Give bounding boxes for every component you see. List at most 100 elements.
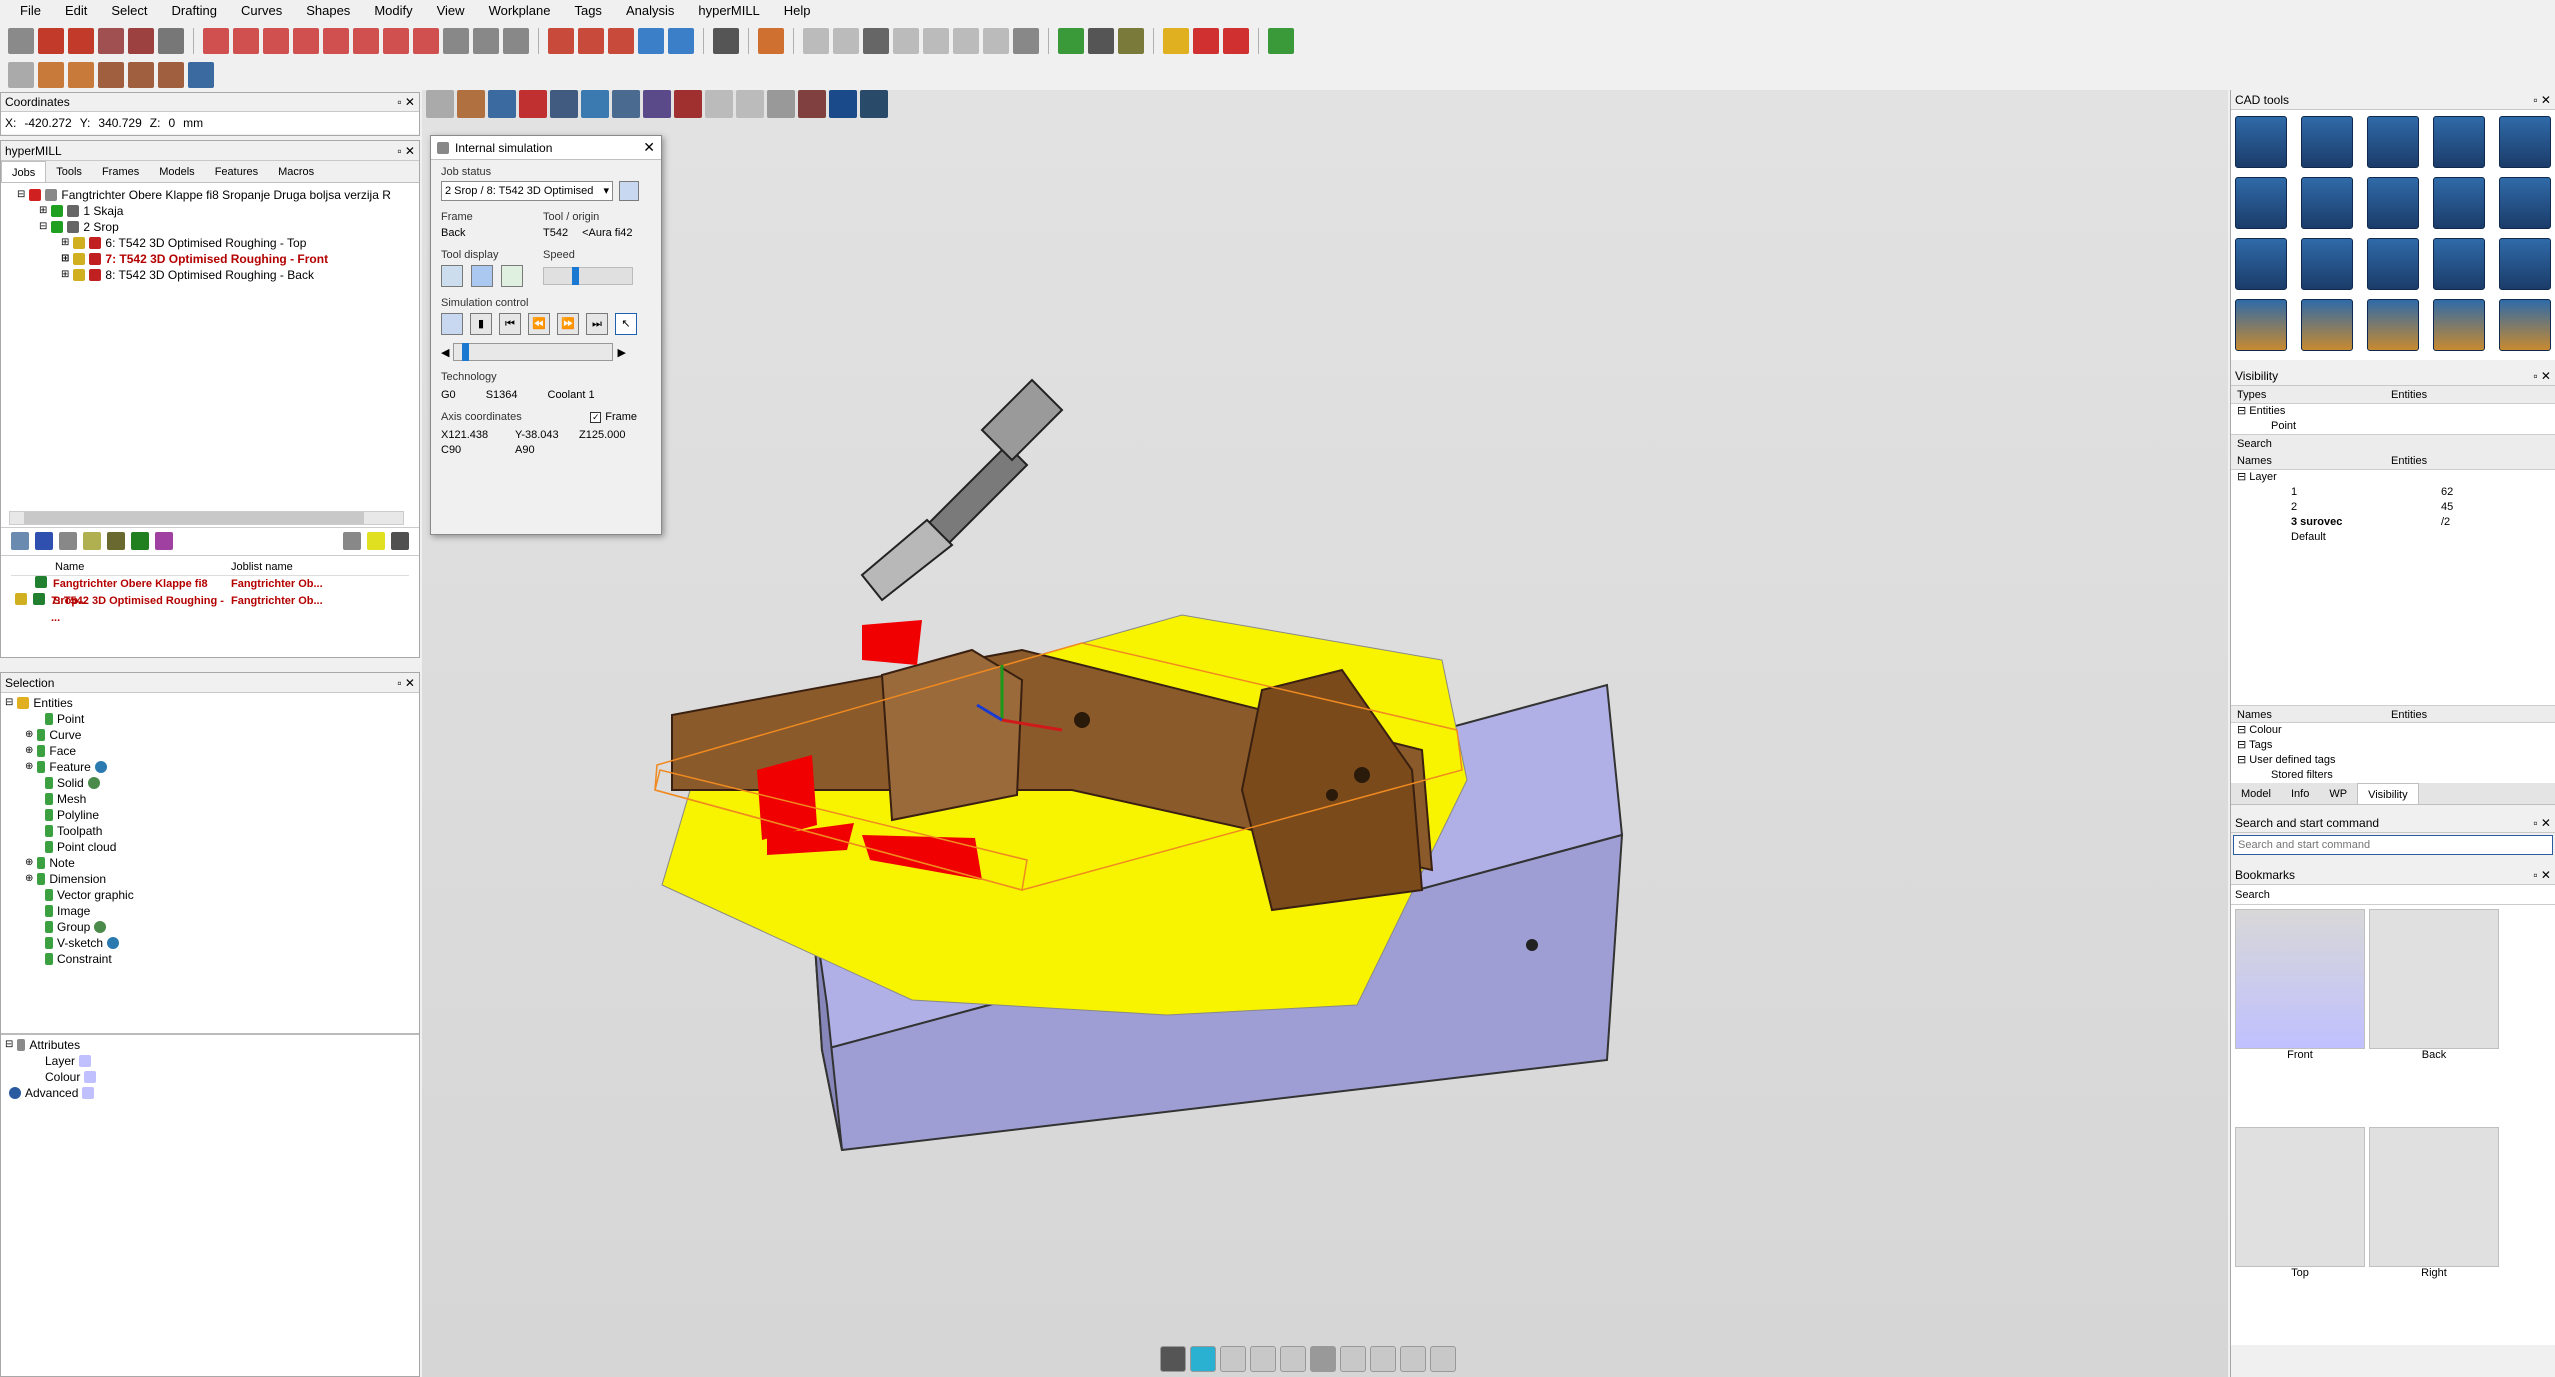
menu-file[interactable]: File	[8, 0, 53, 22]
zoom-icon[interactable]	[8, 62, 34, 88]
cad-tool-icon[interactable]	[2301, 177, 2353, 229]
group-row[interactable]: ⊟ User defined tags	[2231, 753, 2555, 768]
render-icon[interactable]	[1118, 28, 1144, 54]
hatch-icon[interactable]	[668, 28, 694, 54]
tab-frames[interactable]: Frames	[92, 161, 149, 182]
menu-workplane[interactable]: Workplane	[477, 0, 563, 22]
line-icon[interactable]	[128, 28, 154, 54]
tree-row-job-active[interactable]: ⊞ 7: T542 3D Optimised Roughing - Front	[9, 251, 411, 267]
tree-row-job[interactable]: ⊞ 1 Skaja	[9, 203, 411, 219]
draw-icon[interactable]	[1400, 1346, 1426, 1372]
tab-tools[interactable]: Tools	[46, 161, 92, 182]
view-front-icon[interactable]	[833, 28, 859, 54]
cad-tool-icon[interactable]	[2301, 299, 2353, 351]
simulate-icon[interactable]	[1223, 28, 1249, 54]
cad-tool-icon[interactable]	[2433, 299, 2485, 351]
report-icon[interactable]	[391, 532, 409, 550]
settings-icon[interactable]	[1013, 28, 1039, 54]
axis-icon[interactable]	[758, 28, 784, 54]
selection-item[interactable]: Mesh	[5, 791, 415, 807]
rectangle-icon[interactable]	[263, 28, 289, 54]
cursor-snap-icon[interactable]	[1340, 1346, 1366, 1372]
selection-item[interactable]: Image	[5, 903, 415, 919]
panel-controls-icon[interactable]: ▫ ✕	[2533, 813, 2551, 833]
speed-slider-thumb[interactable]	[572, 267, 580, 285]
menu-edit[interactable]: Edit	[53, 0, 99, 22]
cad-tool-icon[interactable]	[2433, 177, 2485, 229]
progress-slider-thumb[interactable]	[462, 343, 470, 361]
cad-tool-icon[interactable]	[2367, 177, 2419, 229]
curve-icon[interactable]	[38, 28, 64, 54]
menu-curves[interactable]: Curves	[229, 0, 294, 22]
cad-tool-icon[interactable]	[2235, 116, 2287, 168]
layer-row[interactable]: 2 45	[2231, 500, 2555, 515]
panel-controls-icon[interactable]: ▫ ✕	[2533, 90, 2551, 110]
cad-tool-icon[interactable]	[2235, 238, 2287, 290]
pen-icon[interactable]	[1220, 1346, 1246, 1372]
cursor-icon[interactable]: ↖	[615, 313, 637, 335]
tab-info[interactable]: Info	[2281, 783, 2319, 804]
menu-hypermill[interactable]: hyperMILL	[686, 0, 771, 22]
material-icon[interactable]	[128, 62, 154, 88]
selection-item[interactable]: Point	[5, 711, 415, 727]
cad-tool-icon[interactable]	[2235, 177, 2287, 229]
cad-tool-icon[interactable]	[2433, 116, 2485, 168]
cad-tool-icon[interactable]	[2301, 238, 2353, 290]
tree-root-advanced[interactable]: Advanced	[5, 1085, 415, 1101]
tab-models[interactable]: Models	[149, 161, 204, 182]
first-icon[interactable]: ⏮	[499, 313, 521, 335]
run-icon[interactable]	[131, 532, 149, 550]
attribute-item[interactable]: Layer	[5, 1053, 415, 1069]
tree-row-job[interactable]: ⊟ 2 Srop	[9, 219, 411, 235]
view-iso-icon[interactable]	[803, 28, 829, 54]
extend-icon[interactable]	[503, 28, 529, 54]
menu-help[interactable]: Help	[772, 0, 823, 22]
arrow-left-icon[interactable]: ◀	[441, 346, 449, 359]
menu-analysis[interactable]: Analysis	[614, 0, 686, 22]
panel-controls-icon[interactable]: ▫ ✕	[2533, 366, 2551, 386]
pointer-icon[interactable]	[1280, 1346, 1306, 1372]
selection-item[interactable]: Constraint	[5, 951, 415, 967]
selection-item[interactable]: Vector graphic	[5, 887, 415, 903]
tool-display-icon[interactable]	[441, 265, 463, 287]
frame-checkbox[interactable]: ✓	[590, 411, 602, 423]
view-shaded-icon[interactable]	[863, 28, 889, 54]
bookmarks-search[interactable]: Search	[2231, 885, 2555, 905]
layer-row[interactable]: 1 62	[2231, 485, 2555, 500]
new-job-icon[interactable]	[11, 532, 29, 550]
attribute-item[interactable]: Colour	[5, 1069, 415, 1085]
annotation-icon[interactable]	[608, 28, 634, 54]
tab-jobs[interactable]: Jobs	[1, 161, 47, 182]
forward-icon[interactable]: ⏩	[557, 313, 579, 335]
view-back-icon[interactable]	[953, 28, 979, 54]
orient-icon[interactable]	[1430, 1346, 1456, 1372]
job-select-icon[interactable]	[619, 181, 639, 201]
globe-icon[interactable]	[1190, 1346, 1216, 1372]
group-row[interactable]: Stored filters	[2231, 768, 2555, 783]
cad-tool-icon[interactable]	[2301, 116, 2353, 168]
measure-icon[interactable]	[1370, 1346, 1396, 1372]
selection-item[interactable]: Toolpath	[5, 823, 415, 839]
text-icon[interactable]	[548, 28, 574, 54]
dimension-icon[interactable]	[578, 28, 604, 54]
menu-drafting[interactable]: Drafting	[160, 0, 230, 22]
tab-macros[interactable]: Macros	[268, 161, 324, 182]
selection-item[interactable]: ⊕ Note	[5, 855, 415, 871]
arc-icon[interactable]	[68, 28, 94, 54]
selection-item[interactable]: ⊕ Face	[5, 743, 415, 759]
tree-row-job[interactable]: ⊞ 6: T542 3D Optimised Roughing - Top	[9, 235, 411, 251]
menu-shapes[interactable]: Shapes	[294, 0, 362, 22]
offset-icon[interactable]	[443, 28, 469, 54]
part-icon[interactable]	[98, 62, 124, 88]
check-display-icon[interactable]	[501, 265, 523, 287]
visibility-types-point[interactable]: Point	[2231, 419, 2555, 434]
spline-icon[interactable]	[98, 28, 124, 54]
cancel-icon[interactable]	[107, 532, 125, 550]
cad-tool-icon[interactable]	[2235, 299, 2287, 351]
3d-viewport[interactable]	[422, 90, 2228, 1377]
select-icon[interactable]	[8, 28, 34, 54]
bookmark-right[interactable]: Right	[2369, 1127, 2499, 1341]
close-icon[interactable]: ✕	[643, 139, 655, 156]
tree-row-job[interactable]: ⊞ 8: T542 3D Optimised Roughing - Back	[9, 267, 411, 283]
panel-controls-icon[interactable]: ▫ ✕	[2533, 865, 2551, 885]
